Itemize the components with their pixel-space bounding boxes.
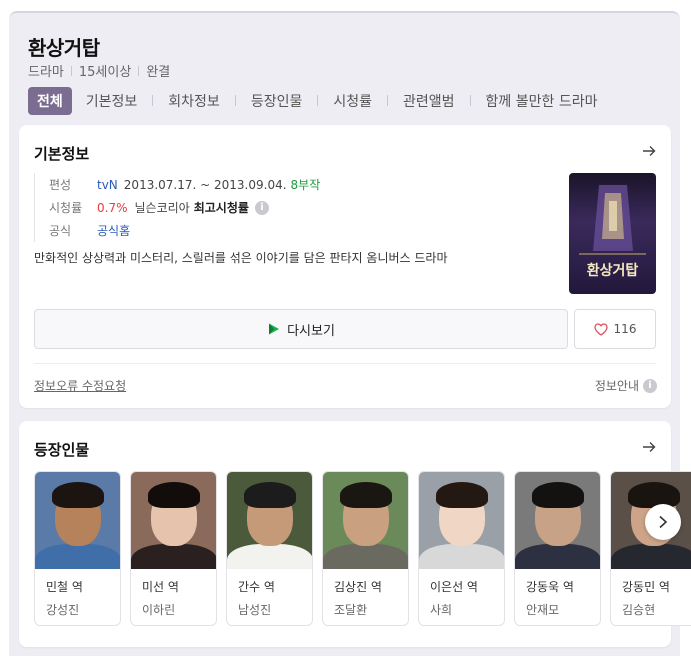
cast-role: 민철 역 [46,580,83,594]
tab-albums[interactable]: 관련앨범 [401,91,457,111]
cast-photo-body [35,544,120,569]
cast-actor: 김승현 [622,603,656,617]
rating-row: 시청률 0.7% 닐슨코리아 최고시청률 i [49,196,320,219]
cast-photo-hair [243,482,296,508]
cast-actor: 강성진 [46,603,80,617]
cast-actor: 남성진 [238,603,272,617]
tab-cast[interactable]: 등장인물 [249,91,305,111]
rating-source: 닐슨코리아 [134,201,190,215]
basic-info-card: 기본정보 편성 tvN 2013.07.17. ~ 2013.09.04. 8부… [19,125,671,408]
chevron-right-icon [659,515,668,529]
like-count: 116 [613,322,637,336]
cast-photo-body [131,544,216,569]
official-row: 공식 공식홈 [49,219,320,242]
replay-button[interactable]: 다시보기 [34,309,568,349]
cast-title: 등장인물 [34,441,90,459]
cast-role: 강동민 역 [622,580,670,594]
cast-role: 이은선 역 [430,580,478,594]
cast-photo [419,472,504,569]
report-error-link[interactable]: 정보오류 수정요청 [34,377,126,394]
tab-episodes[interactable]: 회차정보 [166,91,222,111]
page-title: 환상거탑 [28,36,100,60]
rating-value: 0.7% [97,200,128,215]
cast-photo [227,472,312,569]
official-site-link[interactable]: 공식홈 [97,222,130,239]
cast-actor: 이하린 [142,603,176,617]
replay-label: 다시보기 [287,323,335,339]
cast-card-item[interactable]: 이은선 역사희 [418,471,505,626]
cast-photo-hair [531,482,584,508]
card-divider [34,363,656,364]
cast-photo-hair [147,482,200,508]
meta-age-rating: 15세이상 [78,65,132,80]
cast-card-item[interactable]: 간수 역남성진 [226,471,313,626]
cast-photo-body [515,544,600,569]
arrow-right-icon[interactable] [641,439,657,455]
cast-actor: 안재모 [526,603,560,617]
cast-card: 등장인물 민철 역 강성진 미선 역 이하린 간수 역 남성진 김상진 역 조달환 이은선 역사… [19,421,691,647]
tab-basic-info[interactable]: 기본정보 [84,91,140,111]
meta-line: 드라마 15세이상 완결 [28,61,170,80]
info-guide[interactable]: 정보안내 i [595,377,657,394]
cast-photo-hair [339,482,392,508]
rating-note: 최고시청률 [193,201,249,215]
heart-icon [593,322,608,336]
cast-photo [515,472,600,569]
broadcast-dates: 2013.07.17. ~ 2013.09.04. [123,177,287,192]
cast-photo-hair [51,482,104,508]
tab-divider [387,95,388,106]
poster-image[interactable]: 환상거탑 [569,173,656,294]
basic-info-title: 기본정보 [34,145,90,163]
meta-divider [70,65,72,76]
cast-photo-hair [435,482,488,508]
tab-bar: 전체 기본정보 회차정보 등장인물 시청률 관련앨범 함께 볼만한 드라마 [28,86,600,115]
cast-photo-body [227,544,312,569]
cast-photo-body [611,544,691,569]
broadcast-label: 편성 [49,178,72,192]
cast-photo-hair [627,482,680,508]
cast-card-item[interactable]: 민철 역강성진 [34,471,121,626]
poster-title: 환상거탑 [586,263,639,279]
cast-photo [323,472,408,569]
next-button[interactable] [645,504,681,540]
tab-divider [152,95,154,106]
official-label: 공식 [49,224,72,238]
info-rows: 편성 tvN 2013.07.17. ~ 2013.09.04. 8부작 시청률… [34,173,320,242]
cast-photo-body [419,544,504,569]
cast-photo [35,472,120,569]
info-icon: i [643,378,657,393]
cast-photo [131,472,216,569]
cast-list: 민철 역 강성진 미선 역 이하린 간수 역 남성진 김상진 역 조달환 이은선 역 사희 강동욱 … [34,471,691,626]
info-guide-label: 정보안내 [594,379,639,393]
cast-photo-body [323,544,408,569]
play-icon [269,323,280,335]
channel-link[interactable]: tvN [97,178,118,192]
cast-actor: 사희 [430,603,453,617]
like-button[interactable]: 116 [574,309,656,349]
tab-related-dramas[interactable]: 함께 볼만한 드라마 [484,91,600,111]
tab-ratings[interactable]: 시청률 [331,91,374,111]
tab-divider [317,95,319,106]
cast-card-item[interactable]: 강동욱 역안재모 [514,471,601,626]
cast-card-item[interactable]: 강동민 역김승현 [610,471,691,626]
cast-actor: 조달환 [334,603,368,617]
rating-label: 시청률 [49,201,83,215]
tab-all[interactable]: 전체 [28,86,72,115]
meta-divider [138,65,140,76]
meta-genre: 드라마 [28,65,64,80]
broadcast-row: 편성 tvN 2013.07.17. ~ 2013.09.04. 8부작 [49,173,320,196]
cast-card-item[interactable]: 미선 역이하린 [130,471,217,626]
episode-count: 8부작 [290,178,321,192]
cast-role: 간수 역 [238,580,275,594]
drama-description: 만화적인 상상력과 미스터리, 스릴러를 섞은 이야기를 담은 판타지 옴니버스… [34,251,448,265]
tab-divider [234,95,236,106]
tab-divider [469,95,471,106]
meta-status: 완결 [146,65,171,80]
arrow-right-icon[interactable] [641,143,657,159]
cast-role: 강동욱 역 [526,580,574,594]
cast-role: 김상진 역 [334,580,382,594]
cast-card-item[interactable]: 김상진 역조달환 [322,471,409,626]
cast-role: 미선 역 [142,580,179,594]
info-icon[interactable]: i [254,200,269,215]
